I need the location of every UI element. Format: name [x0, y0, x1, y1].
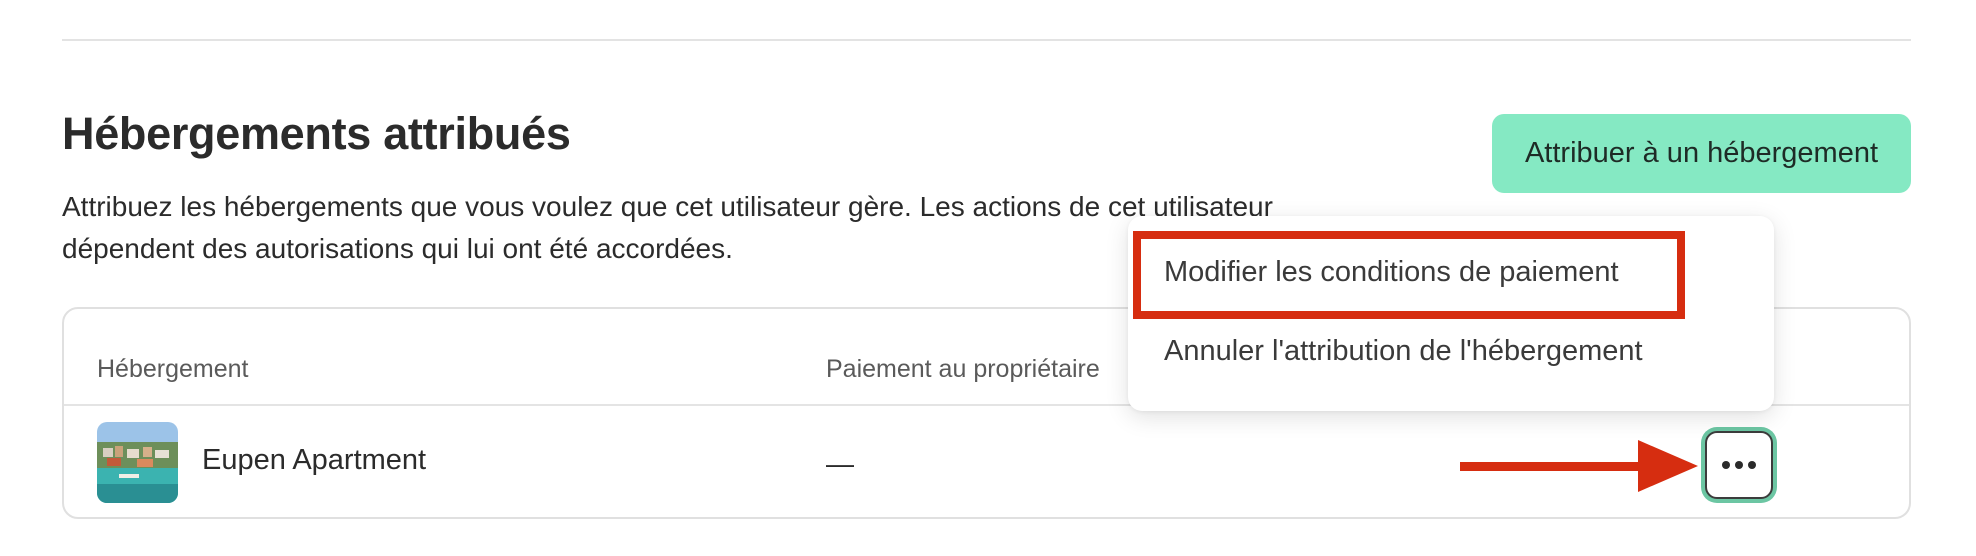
annotation-highlight-box — [1133, 231, 1685, 319]
annotation-arrow-icon — [1460, 440, 1698, 492]
column-header-property: Hébergement — [97, 355, 249, 383]
more-options-button[interactable] — [1705, 431, 1773, 499]
column-header-payment: Paiement au propriétaire — [826, 355, 1100, 383]
property-name[interactable]: Eupen Apartment — [202, 444, 426, 477]
top-divider — [62, 39, 1911, 41]
payment-value: — — [826, 448, 854, 479]
more-dot-icon — [1748, 461, 1756, 469]
section-title: Hébergements attribués — [62, 108, 571, 159]
page: Hébergements attribués Attribuez les héb… — [0, 0, 1976, 556]
more-dot-icon — [1722, 461, 1730, 469]
more-dot-icon — [1735, 461, 1743, 469]
menu-item-unassign-property[interactable]: Annuler l'attribution de l'hébergement — [1164, 335, 1643, 368]
assign-property-button[interactable]: Attribuer à un hébergement — [1492, 114, 1911, 193]
property-thumbnail — [97, 422, 178, 503]
